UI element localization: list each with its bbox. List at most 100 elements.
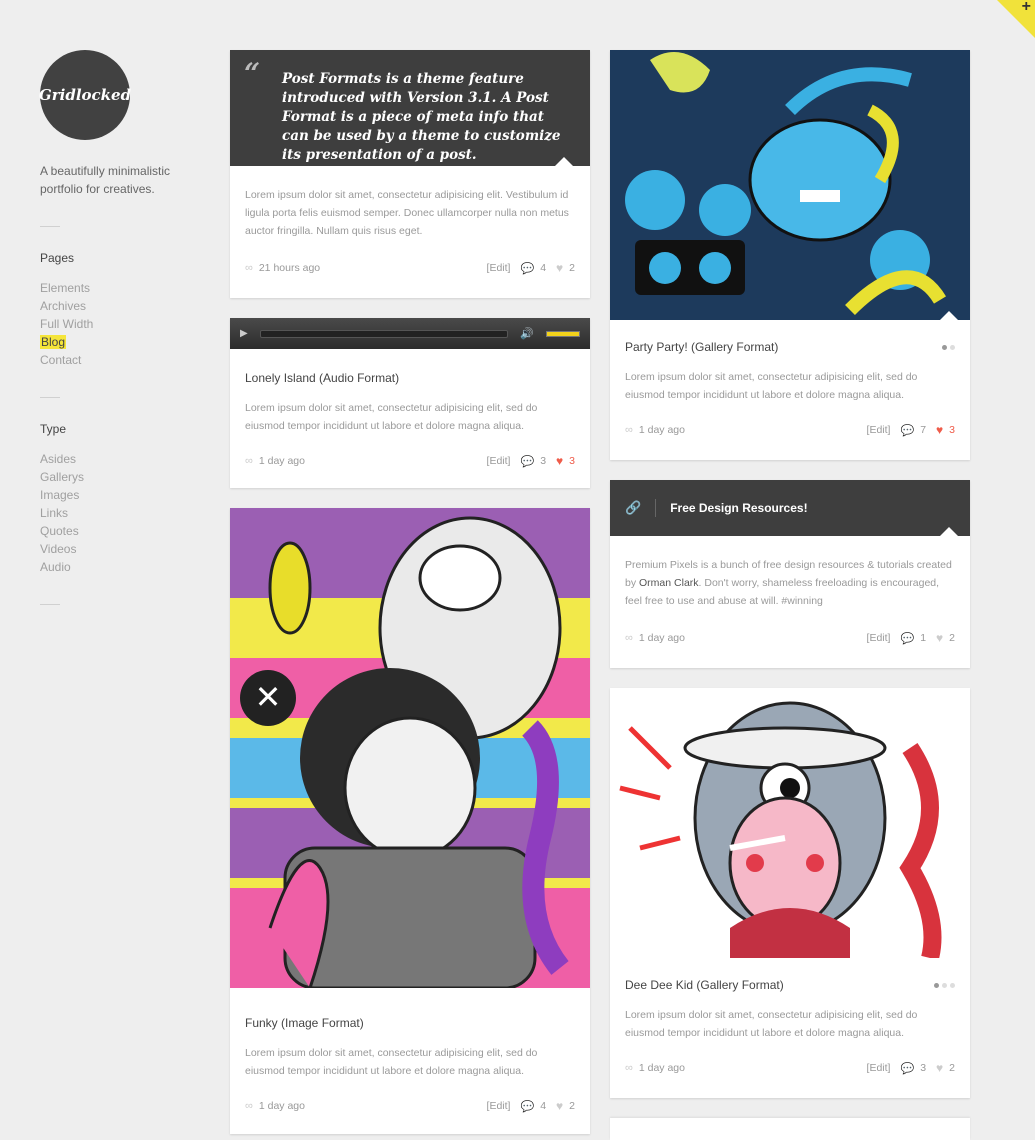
pages-heading: Pages — [40, 251, 75, 265]
volume-icon[interactable]: 🔊 — [520, 327, 534, 340]
permalink-icon[interactable]: ∞ — [245, 1100, 253, 1112]
post-title-text: Funky (Image Format) — [245, 1016, 364, 1030]
permalink-icon[interactable]: ∞ — [245, 455, 253, 467]
gallery-dot[interactable] — [934, 982, 939, 988]
likes-count[interactable]: ♥ 3 — [936, 423, 955, 437]
deedee-post: Dee Dee Kid (Gallery Format) Lorem ipsum… — [610, 688, 970, 1098]
nav-item-full-width[interactable]: Full Width — [40, 315, 200, 333]
permalink-icon[interactable]: ∞ — [245, 262, 253, 274]
post-title[interactable]: Lonely Island (Audio Format) — [245, 371, 575, 385]
gallery-dot[interactable] — [942, 982, 947, 988]
divider — [40, 604, 60, 605]
link-header[interactable]: 🔗 Free Design Resources! — [610, 480, 970, 536]
sidebar: Gridlocked A beautifully minimalistic po… — [38, 50, 200, 629]
type-heading: Type — [40, 422, 67, 436]
post-time[interactable]: 1 day ago — [639, 1062, 685, 1074]
post-meta: ∞ 1 day ago [Edit] 💬 3 ♥ 2 — [625, 1052, 955, 1084]
post-time[interactable]: 1 day ago — [639, 632, 685, 644]
comments-count[interactable]: 💬 1 — [900, 632, 926, 645]
edit-link[interactable]: [Edit] — [867, 632, 891, 644]
audio-progress-track[interactable] — [259, 329, 509, 338]
post-time[interactable]: 21 hours ago — [259, 262, 320, 274]
comments-count[interactable]: 💬 7 — [900, 424, 926, 437]
comments-value: 3 — [540, 455, 547, 467]
permalink-icon[interactable]: ∞ — [625, 424, 633, 436]
gallery-dots[interactable] — [942, 344, 955, 350]
likes-value: 2 — [569, 1100, 575, 1112]
type-item-gallerys[interactable]: Gallerys — [40, 468, 200, 486]
comment-icon: 💬 — [900, 424, 915, 437]
edit-link[interactable]: [Edit] — [867, 1062, 891, 1074]
likes-count[interactable]: ♥ 2 — [556, 1099, 575, 1113]
divider — [40, 397, 60, 398]
nav-item-contact[interactable]: Contact — [40, 351, 200, 369]
likes-value: 2 — [569, 262, 575, 274]
post-meta: ∞ 1 day ago [Edit] 💬 4 ♥ 2 — [245, 1090, 575, 1122]
separator — [655, 499, 657, 517]
post-title[interactable]: Party Party! (Gallery Format) — [625, 340, 955, 354]
nav-item-elements[interactable]: Elements — [40, 279, 200, 297]
gallery-image[interactable] — [610, 688, 970, 958]
likes-count[interactable]: ♥ 2 — [936, 631, 955, 645]
post-title[interactable]: Funky (Image Format) — [245, 1016, 575, 1030]
plus-icon[interactable]: + — [1022, 0, 1031, 16]
post-time[interactable]: 1 day ago — [639, 424, 685, 436]
comments-count[interactable]: 💬 4 — [520, 1100, 546, 1113]
gallery-dot[interactable] — [942, 344, 947, 350]
edit-link[interactable]: [Edit] — [487, 262, 511, 274]
post-meta: ∞ 1 day ago [Edit] 💬 7 ♥ 3 — [625, 414, 955, 446]
edit-link[interactable]: [Edit] — [487, 1100, 511, 1112]
type-item-videos[interactable]: Videos — [40, 540, 200, 558]
likes-count[interactable]: ♥ 2 — [556, 261, 575, 275]
heart-icon: ♥ — [936, 1061, 944, 1075]
type-item-quotes[interactable]: Quotes — [40, 522, 200, 540]
pages-nav: Elements Archives Full Width Blog Contac… — [40, 279, 200, 369]
comment-icon: 💬 — [520, 262, 535, 275]
audio-post: ▶ 🔊 Lonely Island (Audio Format) Lorem i… — [230, 318, 590, 488]
edit-link[interactable]: [Edit] — [867, 424, 891, 436]
post-image[interactable]: ✕ — [230, 508, 590, 988]
deedee-illustration — [610, 688, 970, 958]
post-excerpt: Lorem ipsum dolor sit amet, consectetur … — [625, 1009, 918, 1039]
notch — [940, 527, 958, 536]
site-logo[interactable]: Gridlocked — [38, 50, 132, 140]
post-meta: ∞ 1 day ago [Edit] 💬 3 ♥ 3 — [245, 445, 575, 477]
comment-icon: 💬 — [520, 455, 535, 468]
comments-count[interactable]: 💬 4 — [520, 262, 546, 275]
logo-text: Gridlocked — [38, 86, 132, 104]
quote-text: Post Formats is a theme feature introduc… — [282, 71, 561, 163]
likes-value: 3 — [569, 455, 575, 467]
gallery-dot[interactable] — [950, 344, 955, 350]
comments-count[interactable]: 💬 3 — [900, 1062, 926, 1075]
post-excerpt: Lorem ipsum dolor sit amet, consectetur … — [245, 402, 538, 432]
gallery-dots[interactable] — [934, 982, 955, 988]
type-item-audio[interactable]: Audio — [40, 558, 200, 576]
post-excerpt: Premium Pixels is a bunch of free design… — [625, 556, 955, 610]
notch — [555, 157, 573, 166]
funky-post: ✕ Funky (Image Format) Lorem ipsum dolor… — [230, 508, 590, 1134]
play-icon[interactable]: ▶ — [240, 328, 248, 339]
nav-item-archives[interactable]: Archives — [40, 297, 200, 315]
post-time[interactable]: 1 day ago — [259, 455, 305, 467]
post-meta: ∞ 1 day ago [Edit] 💬 1 ♥ 2 — [625, 622, 955, 654]
gallery-dot[interactable] — [950, 982, 955, 988]
permalink-icon[interactable]: ∞ — [625, 1062, 633, 1074]
edit-link[interactable]: [Edit] — [487, 455, 511, 467]
site-tagline: A beautifully minimalistic portfolio for… — [40, 164, 171, 196]
nav-item-blog[interactable]: Blog — [40, 333, 200, 351]
volume-slider[interactable] — [546, 330, 580, 337]
post-meta: ∞ 21 hours ago [Edit] 💬 4 ♥ 2 — [245, 252, 575, 284]
author-link[interactable]: Orman Clark — [639, 577, 699, 589]
type-item-asides[interactable]: Asides — [40, 450, 200, 468]
comments-value: 3 — [920, 1062, 927, 1074]
likes-count[interactable]: ♥ 3 — [556, 454, 575, 468]
post-title[interactable]: Dee Dee Kid (Gallery Format) — [625, 978, 955, 992]
likes-count[interactable]: ♥ 2 — [936, 1061, 955, 1075]
post-time[interactable]: 1 day ago — [259, 1100, 305, 1112]
comments-count[interactable]: 💬 3 — [520, 455, 546, 468]
type-item-images[interactable]: Images — [40, 486, 200, 504]
type-item-links[interactable]: Links — [40, 504, 200, 522]
permalink-icon[interactable]: ∞ — [625, 632, 633, 644]
audio-player: ▶ 🔊 — [230, 318, 590, 349]
gallery-image[interactable] — [610, 50, 970, 320]
